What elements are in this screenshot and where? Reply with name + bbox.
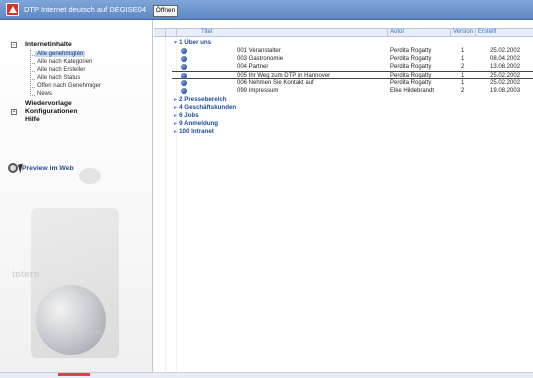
preview-globe-icon[interactable] [8,163,18,173]
column-header-created[interactable]: Erstellt [478,29,496,35]
row-author: Elke Hildebrandt [390,88,435,94]
expand-arrow-icon[interactable]: ▸ [174,96,177,103]
document-globe-icon [181,88,187,94]
table-row[interactable]: 099 Impressum Elke Hildebrandt 2 19.08.2… [154,87,533,95]
row-version: 1 [461,80,465,86]
row-title: 006 Nehmen Sie Kontakt auf [237,80,314,86]
sidebar-section-internetinhalte[interactable]: Internetinhalte [25,41,72,48]
row-version: 2 [461,64,465,70]
sidebar-item-alle-nach-status[interactable]: Alle nach Status [37,75,80,81]
sidebar: intern www − Internetinhalte Alle genehm… [0,20,153,372]
document-globe-icon [181,64,187,70]
row-title: 099 Impressum [237,88,279,94]
group-label: 9 Anmeldung [179,120,219,127]
group-pressebereich[interactable]: ▸ 2 Pressebereich [174,96,227,103]
row-version: 2 [461,88,465,94]
sidebar-section-hilfe[interactable]: Hilfe [25,116,40,123]
expand-arrow-icon[interactable]: ▸ [174,112,177,119]
row-author: Perdita Rogatty [390,80,432,86]
open-button[interactable]: Öffnen [153,5,178,17]
group-jobs[interactable]: ▸ 6 Jobs [174,112,199,119]
table-row[interactable]: 004 Partner Perdita Rogatty 2 13.08.2002 [154,63,533,71]
window-titlebar: DTP Internet deutsch auf DEGISE04 Öffnen [0,0,533,20]
column-separator [165,28,166,37]
preview-web-link[interactable]: Preview im Web [22,165,74,172]
row-title: 003 Gastronomie [237,56,284,62]
column-separator [176,28,177,37]
tree-line [30,87,35,88]
column-separator [450,28,451,37]
sidebar-item-offen-nach-genehmiger[interactable]: Offen nach Genehmiger [37,83,101,89]
app-logo-icon [6,3,19,16]
group-label: 2 Pressebereich [179,96,227,103]
group-ueber-uns[interactable]: ▾ 1 Über uns [174,39,211,46]
column-header-author[interactable]: Autor [390,29,404,35]
row-created: 08.04.2002 [490,56,521,62]
status-bar-indicator [58,373,90,376]
row-title: 001 Veranstalter [237,48,281,54]
sidebar-section-wiedervorlage[interactable]: Wiedervorlage [25,100,72,107]
sidebar-item-alle-genehmigten[interactable]: Alle genehmigten [35,51,86,57]
expand-arrow-icon[interactable]: ▸ [174,128,177,135]
table-row-selected[interactable]: 005 Ihr Weg zum DTP in Hannover Perdita … [172,71,533,79]
sidebar-item-news[interactable]: News [37,91,52,97]
expand-konfigurationen-icon[interactable]: + [11,109,17,115]
group-geschaeftskunden[interactable]: ▸ 4 Geschäftskunden [174,104,236,111]
row-created: 19.08.2003 [490,88,521,94]
sidebar-section-konfigurationen[interactable]: Konfigurationen [25,108,77,115]
group-intranet[interactable]: ▸ 100 Intranet [174,128,214,135]
row-version: 1 [461,56,465,62]
globe-illustration [36,285,106,355]
row-created: 13.08.2002 [490,64,521,70]
window-title: DTP Internet deutsch auf DEGISE04 [24,5,147,14]
group-anmeldung[interactable]: ▸ 9 Anmeldung [174,120,218,127]
table-row[interactable]: 003 Gastronomie Perdita Rogatty 1 08.04.… [154,55,533,63]
row-author: Perdita Rogatty [390,56,432,62]
group-label: 100 Intranet [179,128,214,135]
row-created: 25.02.2002 [490,48,521,54]
small-globe-illustration [79,168,101,184]
decorative-text-intern: intern [12,270,40,280]
expand-internetinhalte-icon[interactable]: − [11,42,17,48]
column-separator [475,28,476,37]
row-created: 25.02.2002 [490,80,521,86]
tree-line [30,95,35,96]
decorative-text-www: www [80,328,104,338]
tree-line [30,63,35,64]
collapse-arrow-icon[interactable]: ▾ [174,39,177,46]
sidebar-item-alle-nach-ersteller[interactable]: Alle nach Ersteller [37,67,85,73]
group-label: 4 Geschäftskunden [179,104,237,111]
expand-arrow-icon[interactable]: ▸ [174,120,177,127]
column-header-title[interactable]: Titel [201,29,212,35]
document-globe-icon [181,48,187,54]
row-version: 1 [461,48,465,54]
row-author: Perdita Rogatty [390,48,432,54]
document-globe-icon [181,80,187,86]
tree-line [30,50,31,96]
sidebar-item-alle-nach-kategorien[interactable]: Alle nach Kategorien [37,59,92,65]
tree-line [30,71,35,72]
column-separator [387,28,388,37]
group-label: 6 Jobs [179,112,199,119]
row-title: 004 Partner [237,64,269,70]
expand-arrow-icon[interactable]: ▸ [174,104,177,111]
document-globe-icon [181,56,187,62]
column-header-version[interactable]: Version [453,29,473,35]
group-label: 1 Über uns [179,39,212,46]
table-row[interactable]: 001 Veranstalter Perdita Rogatty 1 25.02… [154,47,533,55]
table-row[interactable]: 006 Nehmen Sie Kontakt auf Perdita Rogat… [154,79,533,87]
content-list-panel: Titel Autor Version Erstellt ▾ 1 Über uns… [154,20,533,372]
row-author: Perdita Rogatty [390,64,432,70]
tree-line [30,79,35,80]
